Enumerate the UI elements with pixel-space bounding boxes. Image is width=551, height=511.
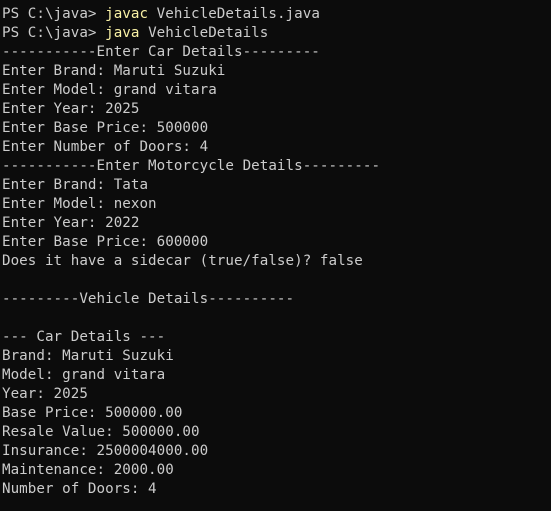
output-line: Enter Model: grand vitara: [2, 82, 217, 98]
output-line: -----------Enter Motorcycle Details-----…: [2, 158, 381, 174]
output-line: Enter Year: 2025: [2, 101, 140, 117]
output-line: Brand: Maruti Suzuki: [2, 348, 174, 364]
output-line: Enter Number of Doors: 4: [2, 139, 209, 155]
output-line: Enter Base Price: 500000: [2, 120, 209, 136]
output-line: Enter Brand: Tata: [2, 177, 149, 193]
output-line: Enter Base Price: 600000: [2, 234, 209, 250]
output-line: Resale Value: 500000.00: [2, 424, 200, 440]
terminal-window[interactable]: PS C:\java> javac VehicleDetails.java PS…: [0, 0, 551, 511]
command-name: java: [105, 25, 140, 41]
output-line: Insurance: 2500004000.00: [2, 443, 209, 459]
output-line: Model: grand vitara: [2, 367, 166, 383]
command-name: javac: [105, 6, 149, 22]
command-args: VehicleDetails.java: [148, 6, 320, 22]
output-line: Maintenance: 2000.00: [2, 462, 174, 478]
output-line: Enter Model: nexon: [2, 196, 157, 212]
command-line-run: PS C:\java> java VehicleDetails: [2, 24, 551, 43]
prompt: PS C:\java>: [2, 25, 106, 41]
output-line: Enter Year: 2022: [2, 215, 140, 231]
command-args: VehicleDetails: [139, 25, 269, 41]
output-line: ---------Vehicle Details----------: [2, 291, 295, 307]
output-line: -----------Enter Car Details---------: [2, 44, 320, 60]
prompt: PS C:\java>: [2, 6, 106, 22]
output-line: --- Car Details ---: [2, 329, 166, 345]
output-line: Enter Brand: Maruti Suzuki: [2, 63, 226, 79]
command-line-compile: PS C:\java> javac VehicleDetails.java: [2, 5, 551, 24]
output-line: Number of Doors: 4: [2, 481, 157, 497]
output-line: Year: 2025: [2, 386, 88, 402]
output-line: Does it have a sidecar (true/false)? fal…: [2, 253, 363, 269]
output-line: Base Price: 500000.00: [2, 405, 183, 421]
